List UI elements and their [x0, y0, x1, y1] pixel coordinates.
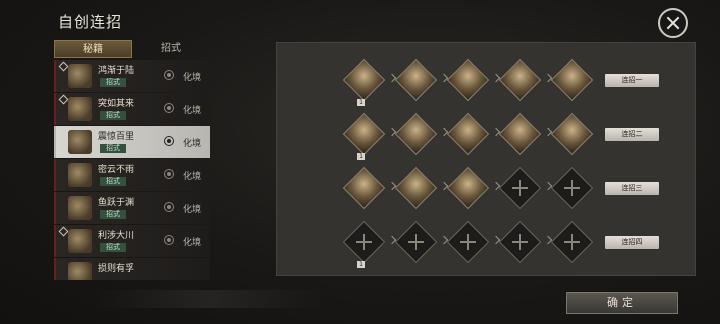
skill-name: 密云不雨: [98, 165, 135, 175]
combo-slot[interactable]: [342, 112, 386, 156]
skill-tag: 招式: [100, 144, 126, 153]
radio-icon[interactable]: [164, 70, 174, 80]
add-slot-icon[interactable]: [342, 220, 386, 264]
page-title: 自创连招: [58, 13, 123, 31]
skill-name: 损则有孚: [98, 264, 135, 274]
list-item[interactable]: 利涉大川 招式 化境: [54, 225, 210, 257]
combo-row: 1 连招四: [277, 220, 695, 268]
close-icon[interactable]: [658, 8, 688, 38]
combo-slot[interactable]: [394, 58, 438, 102]
combo-row: 1 连招二: [277, 112, 695, 160]
slot-badge: 1: [357, 99, 365, 106]
skill-level: 化境: [183, 205, 202, 215]
add-slot-icon[interactable]: [394, 220, 438, 264]
tab-bar: 秘籍 招式: [54, 40, 210, 58]
diamond-icon: [58, 61, 69, 72]
skill-list[interactable]: 鸿渐于陆 招式 化境 突如其来 招式 化境 震惊百里 招式 化境 密云不雨 招式…: [54, 60, 210, 280]
title-bar: 自创连招: [0, 0, 720, 40]
skill-tag: 招式: [100, 210, 126, 219]
list-item[interactable]: 鸿渐于陆 招式 化境: [54, 60, 210, 92]
combo-slot[interactable]: [498, 58, 542, 102]
radio-icon[interactable]: [164, 103, 174, 113]
skill-tag: 招式: [100, 243, 126, 252]
skill-name: 震惊百里: [98, 132, 135, 142]
slot-badge: 1: [357, 261, 365, 268]
combo-label[interactable]: 连招三: [605, 182, 659, 195]
combo-slot[interactable]: [342, 58, 386, 102]
combo-slot[interactable]: [394, 166, 438, 210]
confirm-button[interactable]: 确定: [566, 292, 678, 314]
skill-level: 化境: [183, 106, 202, 116]
combo-slot[interactable]: [498, 112, 542, 156]
skill-thumbnail: [68, 64, 92, 88]
skill-thumbnail: [68, 262, 92, 280]
diamond-icon: [58, 94, 69, 105]
skill-thumbnail: [68, 130, 92, 154]
combo-slot[interactable]: [446, 166, 490, 210]
skill-level: 化境: [183, 139, 202, 149]
skill-thumbnail: [68, 97, 92, 121]
combo-label[interactable]: 连招一: [605, 74, 659, 87]
skill-name: 鱼跃于渊: [98, 198, 135, 208]
radio-icon[interactable]: [164, 169, 174, 179]
add-slot-icon[interactable]: [498, 220, 542, 264]
combo-slot[interactable]: [550, 112, 594, 156]
slot-badge: 1: [357, 153, 365, 160]
add-slot-icon[interactable]: [498, 166, 542, 210]
skill-thumbnail: [68, 163, 92, 187]
combo-row: 1 连招一: [277, 58, 695, 106]
skill-name: 突如其来: [98, 99, 135, 109]
skill-tag: 招式: [100, 177, 126, 186]
combo-row: 连招三: [277, 166, 695, 210]
combo-label[interactable]: 连招二: [605, 128, 659, 141]
list-item[interactable]: 突如其来 招式 化境: [54, 93, 210, 125]
combo-slot[interactable]: [446, 58, 490, 102]
tab-manual[interactable]: 秘籍: [54, 40, 132, 58]
skill-tag: 招式: [100, 111, 126, 120]
list-item[interactable]: 鱼跃于渊 招式 化境: [54, 192, 210, 224]
diamond-icon: [58, 226, 69, 237]
radio-icon[interactable]: [164, 235, 174, 245]
list-item[interactable]: 损则有孚: [54, 258, 210, 280]
tab-moves[interactable]: 招式: [132, 40, 210, 58]
radio-icon[interactable]: [164, 136, 174, 146]
add-slot-icon[interactable]: [446, 220, 490, 264]
combo-label[interactable]: 连招四: [605, 236, 659, 249]
skill-level: 化境: [183, 73, 202, 83]
add-slot-icon[interactable]: [550, 166, 594, 210]
skill-level: 化境: [183, 172, 202, 182]
combo-slot[interactable]: [342, 166, 386, 210]
bottom-decoration: [94, 290, 324, 308]
list-item[interactable]: 震惊百里 招式 化境: [54, 126, 210, 158]
skill-thumbnail: [68, 229, 92, 253]
combo-slot[interactable]: [550, 58, 594, 102]
skill-tag: 招式: [100, 78, 126, 87]
skill-name: 鸿渐于陆: [98, 66, 135, 76]
add-slot-icon[interactable]: [550, 220, 594, 264]
list-item[interactable]: 密云不雨 招式 化境: [54, 159, 210, 191]
skill-name: 利涉大川: [98, 231, 135, 241]
combo-slot[interactable]: [446, 112, 490, 156]
radio-icon[interactable]: [164, 202, 174, 212]
combo-slot[interactable]: [394, 112, 438, 156]
skill-thumbnail: [68, 196, 92, 220]
skill-level: 化境: [183, 238, 202, 248]
combo-panel: 1 连招一 1 连招二 连招三 1 连招四: [276, 42, 696, 276]
